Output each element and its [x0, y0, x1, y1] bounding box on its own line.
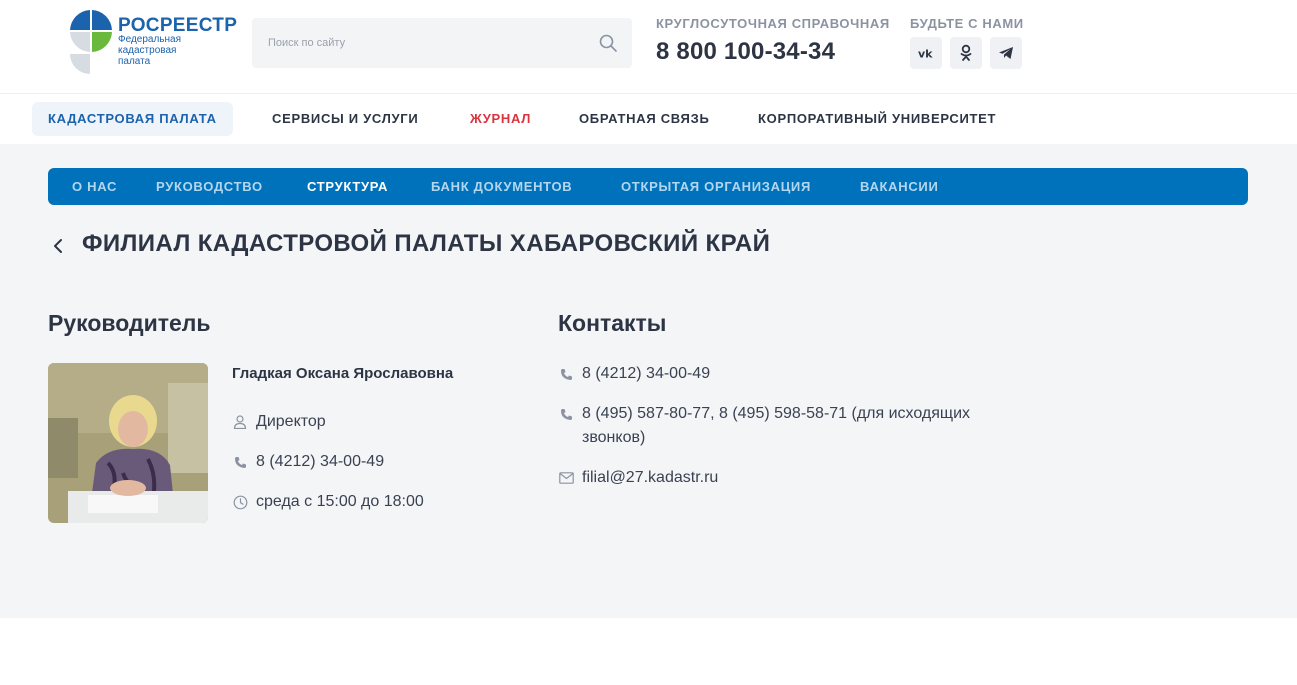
manager-position-row: Директор: [232, 410, 326, 434]
manager-photo: [48, 363, 208, 523]
manager-name: Гладкая Оксана Ярославовна: [232, 365, 454, 382]
contact-email-row: filial@27.kadastr.ru: [558, 466, 1022, 490]
helpline-phone[interactable]: 8 800 100-34-34: [656, 38, 890, 66]
social-block: БУДЬТЕ С НАМИ vk: [910, 16, 1024, 69]
back-arrow-icon[interactable]: [50, 238, 66, 254]
phone-icon: [558, 362, 574, 386]
contact-phone-main[interactable]: 8 (4212) 34-00-49: [582, 362, 1022, 386]
page-content: О НАС РУКОВОДСТВО СТРУКТУРА БАНК ДОКУМЕН…: [0, 144, 1297, 618]
nav-item-corporate-university[interactable]: КОРПОРАТИВНЫЙ УНИВЕРСИТЕТ: [742, 102, 1012, 136]
nav-item-journal[interactable]: ЖУРНАЛ: [454, 102, 547, 136]
logo-subtitle: Федеральная кадастровая палата: [118, 34, 182, 67]
subnav-management[interactable]: РУКОВОДСТВО: [156, 168, 263, 205]
phone-icon: [558, 402, 574, 426]
phone-icon: [232, 450, 248, 474]
manager-phone[interactable]: 8 (4212) 34-00-49: [256, 450, 384, 474]
telegram-icon[interactable]: [990, 37, 1022, 69]
helpline-label: КРУГЛОСУТОЧНАЯ СПРАВОЧНАЯ: [656, 16, 890, 31]
manager-section-title: Руководитель: [48, 310, 211, 336]
nav-item-feedback[interactable]: ОБРАТНАЯ СВЯЗЬ: [563, 102, 725, 136]
section-subnav: О НАС РУКОВОДСТВО СТРУКТУРА БАНК ДОКУМЕН…: [48, 168, 1248, 205]
subnav-structure[interactable]: СТРУКТУРА: [307, 168, 388, 205]
rosreestr-logo[interactable]: РОСРЕЕСТР Федеральная кадастровая палата: [68, 8, 238, 78]
clock-icon: [232, 490, 248, 514]
helpline-block: КРУГЛОСУТОЧНАЯ СПРАВОЧНАЯ 8 800 100-34-3…: [656, 16, 890, 66]
contact-phone-outgoing-row: 8 (495) 587-80-77, 8 (495) 598-58-71 (дл…: [558, 402, 1022, 450]
person-icon: [232, 410, 248, 434]
site-search: [252, 18, 632, 68]
manager-reception-hours: среда с 15:00 до 18:00: [256, 493, 424, 510]
subnav-open-organization[interactable]: ОТКРЫТАЯ ОРГАНИЗАЦИЯ: [621, 168, 811, 205]
search-input[interactable]: [268, 18, 588, 68]
logo-emblem-icon: [70, 10, 112, 74]
contact-phone-main-row: 8 (4212) 34-00-49: [558, 362, 1022, 386]
search-icon[interactable]: [598, 33, 618, 53]
subnav-documents[interactable]: БАНК ДОКУМЕНТОВ: [431, 168, 572, 205]
odnoklassniki-icon[interactable]: [950, 37, 982, 69]
manager-reception-row: среда с 15:00 до 18:00: [232, 490, 424, 514]
social-label: БУДЬТЕ С НАМИ: [910, 16, 1024, 31]
main-navigation: КАДАСТРОВАЯ ПАЛАТА СЕРВИСЫ И УСЛУГИ ЖУРН…: [0, 94, 1297, 144]
mail-icon: [558, 466, 574, 490]
subnav-vacancies[interactable]: ВАКАНСИИ: [860, 168, 939, 205]
vk-icon[interactable]: vk: [910, 37, 942, 69]
nav-item-kadastr-palata[interactable]: КАДАСТРОВАЯ ПАЛАТА: [32, 102, 233, 136]
contacts-section-title: Контакты: [558, 310, 667, 336]
nav-item-services[interactable]: СЕРВИСЫ И УСЛУГИ: [256, 102, 434, 136]
social-links: vk: [910, 37, 1024, 69]
subnav-about[interactable]: О НАС: [72, 168, 117, 205]
svg-text:vk: vk: [918, 48, 933, 60]
manager-phone-row: 8 (4212) 34-00-49: [232, 450, 384, 474]
site-header: РОСРЕЕСТР Федеральная кадастровая палата…: [0, 0, 1297, 94]
page-title: ФИЛИАЛ КАДАСТРОВОЙ ПАЛАТЫ ХАБАРОВСКИЙ КР…: [82, 230, 771, 257]
contact-email[interactable]: filial@27.kadastr.ru: [582, 466, 1022, 490]
manager-position: Директор: [256, 413, 326, 430]
contact-phone-outgoing[interactable]: 8 (495) 587-80-77, 8 (495) 598-58-71 (дл…: [582, 402, 1022, 450]
